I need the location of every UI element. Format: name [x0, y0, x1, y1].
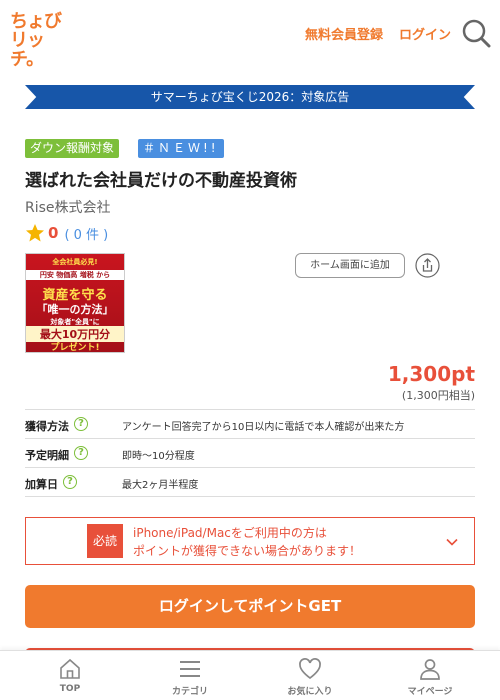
- header: ちょび リッチ。 無料会員登録 ログイン: [0, 0, 500, 69]
- logo[interactable]: ちょび リッチ。: [10, 11, 72, 69]
- info-label: 加算日: [25, 478, 58, 491]
- notice-line-1: iPhone/iPad/Macをご利用中の方は: [133, 526, 327, 540]
- home-icon: [60, 658, 80, 679]
- add-to-home-button[interactable]: ホーム画面に追加: [295, 253, 405, 278]
- nav-label: TOP: [59, 684, 81, 694]
- star-icon: [26, 224, 44, 242]
- search-icon[interactable]: [461, 18, 491, 48]
- notice-text: iPhone/iPad/Macをご利用中の方は ポイントが獲得できない場合があり…: [133, 524, 361, 560]
- nav-item-mypage[interactable]: マイページ: [370, 651, 490, 700]
- info-row-date: 加算日 ? 最大2ヶ月半程度: [25, 468, 475, 497]
- info-value: アンケート回答完了から10日以内に電話で本人確認が出来た方: [122, 422, 405, 433]
- login-link[interactable]: ログイン: [399, 24, 451, 43]
- info-row-method: 獲得方法 ? アンケート回答完了から10日以内に電話で本人確認が出来た方: [25, 410, 475, 439]
- new-tag: ＃ＮＥＷ!!: [138, 139, 224, 158]
- campaign-banner[interactable]: サマーちょび宝くじ2026：対象広告: [25, 85, 475, 109]
- offer-banner-image[interactable]: 全会社員必見! 円安 物価高 増税 から 資産を守る 「唯一の方法」 対象者"全…: [25, 253, 125, 353]
- menu-icon: [180, 661, 200, 677]
- person-icon: [420, 659, 440, 680]
- rating-value: 0: [48, 224, 59, 242]
- notice-line-2: ポイントが獲得できない場合があります！: [133, 544, 362, 558]
- ad-line-2: 円安 物価高 増税 から: [26, 270, 124, 280]
- company-name: Rise株式会社: [25, 200, 111, 216]
- login-get-points-button[interactable]: ログインしてポイントGET: [25, 585, 475, 628]
- ad-line-4: 「唯一の方法」: [36, 303, 114, 316]
- review-count-link[interactable]: ( 0 件 ): [64, 224, 108, 243]
- logo-line-2: リッチ。: [10, 30, 45, 70]
- help-icon[interactable]: ?: [74, 446, 88, 460]
- logo-line-1: ちょび: [10, 11, 62, 32]
- share-icon[interactable]: [415, 253, 440, 278]
- register-link[interactable]: 無料会員登録: [305, 24, 383, 43]
- bottom-nav: TOP カテゴリ お気に入り マイページ: [0, 650, 500, 700]
- device-notice[interactable]: 必読 iPhone/iPad/Macをご利用中の方は ポイントが獲得できない場合…: [25, 517, 475, 565]
- info-table: 獲得方法 ? アンケート回答完了から10日以内に電話で本人確認が出来た方 予定明…: [25, 409, 475, 497]
- help-icon[interactable]: ?: [74, 417, 88, 431]
- info-value: 即時～10分程度: [122, 451, 195, 462]
- chevron-down-icon[interactable]: [445, 535, 459, 549]
- nav-item-category[interactable]: カテゴリ: [130, 651, 250, 700]
- must-read-badge: 必読: [87, 524, 123, 558]
- rating: 0 ( 0 件 ): [25, 223, 108, 243]
- nav-label: カテゴリ: [171, 687, 208, 697]
- info-label: 獲得方法: [25, 420, 69, 433]
- nav-item-favorites[interactable]: お気に入り: [250, 651, 370, 700]
- nav-label: マイページ: [407, 687, 453, 697]
- info-label: 予定明細: [25, 449, 69, 462]
- offer-title: 選ばれた会社員だけの不動産投資術: [25, 171, 297, 191]
- info-value: 最大2ヶ月半程度: [122, 480, 199, 491]
- heart-icon: [299, 658, 321, 680]
- info-row-schedule: 予定明細 ? 即時～10分程度: [25, 439, 475, 468]
- points-value: 1,300pt: [387, 362, 475, 386]
- ad-line-1: 全会社員必見!: [52, 258, 98, 266]
- help-icon[interactable]: ?: [63, 475, 77, 489]
- down-reward-tag: ダウン報酬対象: [25, 139, 120, 158]
- page: ちょび リッチ。 無料会員登録 ログイン サマーちょび宝くじ2026：対象広告 …: [0, 0, 500, 700]
- nav-label: お気に入り: [287, 687, 333, 697]
- ad-line-7: プレゼント!: [50, 343, 100, 353]
- nav-item-top[interactable]: TOP: [10, 651, 130, 700]
- points-yen-equivalent: (1,300円相当): [401, 389, 475, 402]
